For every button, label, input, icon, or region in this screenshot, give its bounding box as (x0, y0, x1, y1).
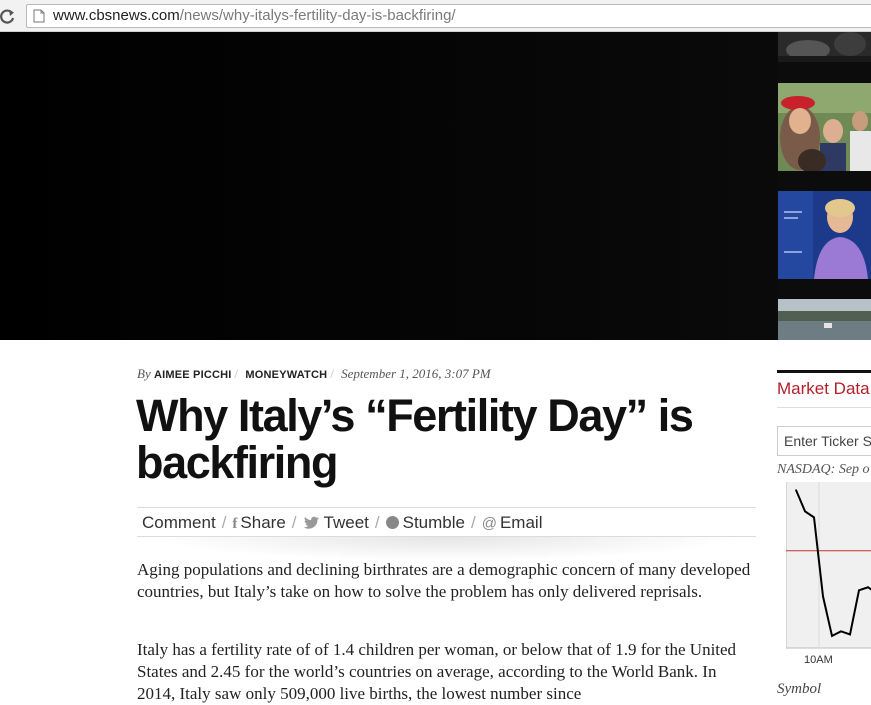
chart-data-point (831, 635, 833, 637)
chart-x-tick-label: 10AM (804, 654, 833, 666)
email-label: Email (499, 513, 543, 532)
article-paragraph: Italy has a fertility rate of of 1.4 chi… (137, 640, 737, 703)
share-bar-shadow (150, 537, 740, 561)
publish-date: September 1, 2016, 3:07 PM (341, 366, 491, 381)
url-path: /news/why-italys-fertility-day-is-backfi… (179, 7, 456, 24)
playlist-thumbnail[interactable] (778, 32, 871, 62)
section-link[interactable]: MONEYWATCH (245, 369, 327, 381)
playlist-thumbnail[interactable] (778, 299, 871, 340)
nasdaq-index-label: NASDAQ: Sep o (777, 462, 870, 477)
byline-divider: / (234, 366, 239, 381)
email-button[interactable]: @ Email (482, 508, 543, 538)
comment-label: Comment (142, 513, 216, 532)
byline-divider: / (330, 366, 334, 381)
browser-address-bar: www.cbsnews.com/news/why-italys-fertilit… (0, 0, 871, 32)
url-domain: www.cbsnews.com (53, 7, 180, 24)
nasdaq-line-chart[interactable]: 10AM (786, 482, 871, 668)
chart-data-point (867, 586, 869, 589)
url-field[interactable]: www.cbsnews.com/news/why-italys-fertilit… (26, 4, 871, 28)
thumbnail-image (778, 299, 871, 340)
ticker-search-input[interactable] (777, 426, 871, 456)
chart-data-point (795, 489, 797, 491)
share-label: Share (240, 513, 286, 532)
article-headline: Why Italy’s “Fertility Day” is backfirin… (136, 392, 776, 486)
share-button[interactable]: f Share (232, 508, 285, 539)
playlist-thumbnail[interactable] (778, 83, 871, 171)
video-playlist-rail (777, 32, 871, 340)
market-data-title[interactable]: Market Data (777, 379, 870, 399)
chart-data-point (804, 510, 806, 513)
symbol-column-header: Symbol (777, 681, 822, 697)
stumbleupon-icon (385, 516, 399, 529)
chart-data-point (840, 630, 842, 633)
author-link[interactable]: AIMEE PICCHI (154, 369, 232, 381)
playlist-thumbnail[interactable] (778, 191, 871, 279)
byline: By AIMEE PICCHI / MONEYWATCH / September 1… (137, 366, 491, 382)
headline-line-2: backfiring (136, 437, 338, 488)
at-sign-icon: @ (481, 515, 497, 532)
share-divider: / (374, 513, 380, 532)
share-bar: Comment / f Share / Tweet / Stumble / @ Email (137, 507, 756, 537)
thumbnail-image (778, 32, 871, 62)
byline-prefix: By (137, 366, 151, 381)
page-icon (33, 9, 45, 23)
thumbnail-image (778, 83, 871, 171)
share-divider: / (471, 513, 476, 532)
share-divider: / (221, 513, 227, 532)
thumbnail-image (778, 191, 871, 279)
stumble-button[interactable]: Stumble (385, 508, 465, 537)
chart-data-point (858, 589, 860, 592)
tweet-label: Tweet (323, 513, 369, 532)
chart-data-point (813, 516, 815, 519)
url-text: www.cbsnews.com/news/why-italys-fertilit… (53, 7, 456, 24)
reload-icon[interactable] (0, 6, 16, 26)
facebook-icon: f (232, 516, 238, 532)
share-divider: / (291, 513, 297, 532)
headline-line-1: Why Italy’s “Fertility Day” is (136, 390, 694, 441)
market-data-rule (777, 370, 871, 373)
comment-button[interactable]: Comment (142, 508, 216, 537)
chart-data-point (849, 633, 851, 636)
video-player[interactable] (0, 32, 777, 340)
stumble-label: Stumble (402, 513, 465, 532)
market-data-divider (777, 407, 871, 408)
chart-data-point (822, 595, 824, 598)
article-paragraph: Aging populations and declining birthrat… (137, 560, 751, 601)
tweet-button[interactable]: Tweet (302, 508, 369, 537)
twitter-icon (302, 516, 319, 529)
